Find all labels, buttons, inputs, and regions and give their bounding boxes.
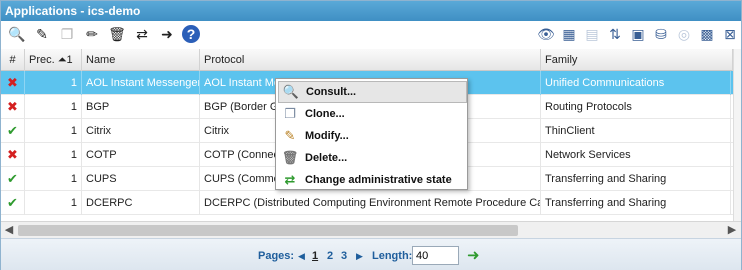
cell-precedence: 1 bbox=[25, 95, 82, 119]
grid-add-icon[interactable]: ▦ bbox=[559, 24, 579, 44]
grid-header: # Prec. ⏶1 Name Protocol Family bbox=[1, 49, 741, 71]
enabled-check-icon: ✔ bbox=[1, 191, 25, 215]
clone-icon[interactable]: ❐ bbox=[57, 24, 77, 44]
menu-item-consult[interactable]: 🔍 Consult... bbox=[278, 81, 467, 103]
context-menu: 🔍 Consult... ❐ Clone... ✎ Modify... 🗑 Delete...… bbox=[275, 78, 468, 190]
toggle-state-icon[interactable]: ⇄ bbox=[132, 24, 152, 44]
grid-edit-icon[interactable]: ▤ bbox=[582, 24, 602, 44]
cell-family: Transferring and Sharing bbox=[541, 191, 731, 215]
disabled-cross-icon: ✖ bbox=[1, 143, 25, 167]
select-all-icon[interactable]: ▩ bbox=[697, 24, 717, 44]
trash-icon[interactable]: 🗑 bbox=[107, 24, 127, 44]
cell-family: Transferring and Sharing bbox=[541, 167, 731, 191]
disabled-cross-icon: ✖ bbox=[1, 71, 25, 95]
magnifier-icon[interactable]: 🔍 bbox=[7, 24, 27, 44]
cell-precedence: 1 bbox=[25, 71, 82, 95]
toolbar: 🔍 ✎ ❐ ✏ 🗑 ⇄ ➜? 👁 ▦ ▤ ⇅ ▣ ⛁ ◎ ▩ ⊠ bbox=[1, 21, 741, 49]
cell-name: AOL Instant Messenger bbox=[82, 71, 200, 95]
header-name[interactable]: Name bbox=[82, 49, 200, 71]
table-row[interactable]: ✔ 1 DCERPC DCERPC (Distributed Computing En… bbox=[1, 191, 741, 215]
magnifier-icon: 🔍 bbox=[282, 84, 300, 99]
report-icon[interactable]: ▣ bbox=[628, 24, 648, 44]
binoculars-icon[interactable]: 👁 bbox=[536, 24, 556, 44]
prev-page-icon[interactable]: ◀ bbox=[298, 251, 305, 262]
length-label: Length: bbox=[372, 250, 413, 262]
next-page-icon[interactable]: ▶ bbox=[356, 251, 363, 262]
page-link-3[interactable]: 3 bbox=[341, 250, 347, 262]
menu-item-label: Change administrative state bbox=[305, 174, 452, 186]
cell-protocol: DCERPC (Distributed Computing Environmen… bbox=[200, 191, 541, 215]
menu-item-label: Modify... bbox=[305, 130, 349, 142]
cell-family: Routing Protocols bbox=[541, 95, 731, 119]
toggle-state-icon: ⇄ bbox=[284, 172, 296, 187]
apply-length-icon[interactable]: ➜ bbox=[467, 248, 483, 264]
pencil-icon: ✎ bbox=[284, 128, 296, 143]
header-status[interactable]: # bbox=[1, 49, 25, 71]
scroll-thumb[interactable] bbox=[18, 225, 518, 236]
menu-item-modify[interactable]: ✎ Modify... bbox=[278, 125, 467, 147]
page-link-1[interactable]: 1 bbox=[312, 250, 318, 262]
pagination-bar: Pages: ◀ 1 2 3 ▶ Length: ➜ bbox=[1, 238, 741, 270]
help-icon[interactable]: ? bbox=[182, 25, 200, 43]
cell-precedence: 1 bbox=[25, 191, 82, 215]
cell-family: Network Services bbox=[541, 143, 731, 167]
menu-item-label: Consult... bbox=[306, 86, 357, 98]
enabled-check-icon: ✔ bbox=[1, 119, 25, 143]
cell-precedence: 1 bbox=[25, 143, 82, 167]
edit-icon[interactable]: ✏ bbox=[82, 24, 102, 44]
cell-name: BGP bbox=[82, 95, 200, 119]
cell-precedence: 1 bbox=[25, 167, 82, 191]
header-precedence[interactable]: Prec. ⏶1 bbox=[25, 49, 82, 71]
pages-label: Pages: bbox=[258, 250, 295, 262]
scroll-left-icon[interactable]: ◀ bbox=[1, 223, 17, 238]
applications-window: Applications - ics-demo 🔍 ✎ ❐ ✏ 🗑 ⇄ ➜? 👁 ▦ ▤ ⇅ ▣ ⛁ ◎ ▩… bbox=[0, 0, 742, 270]
refresh-icon[interactable]: ◎ bbox=[674, 24, 694, 44]
header-protocol[interactable]: Protocol bbox=[200, 49, 541, 71]
menu-item-clone[interactable]: ❐ Clone... bbox=[278, 103, 467, 125]
vertical-scrollbar[interactable] bbox=[733, 49, 741, 221]
menu-item-change-administrative-state[interactable]: ⇄ Change administrative state bbox=[278, 169, 467, 191]
cell-family: ThinClient bbox=[541, 119, 731, 143]
menu-item-label: Delete... bbox=[305, 152, 348, 164]
sort-icon[interactable]: ⇅ bbox=[605, 24, 625, 44]
database-icon[interactable]: ⛁ bbox=[651, 24, 671, 44]
header-family[interactable]: Family bbox=[541, 49, 733, 71]
cell-name: Citrix bbox=[82, 119, 200, 143]
enabled-check-icon: ✔ bbox=[1, 167, 25, 191]
length-input[interactable] bbox=[412, 246, 459, 265]
horizontal-scrollbar[interactable]: ◀ ▶ bbox=[1, 221, 741, 238]
page-link-2[interactable]: 2 bbox=[327, 250, 333, 262]
disabled-cross-icon: ✖ bbox=[1, 95, 25, 119]
clone-icon: ❐ bbox=[284, 106, 296, 121]
window-title: Applications - ics-demo bbox=[1, 1, 741, 21]
scroll-right-icon[interactable]: ▶ bbox=[724, 223, 740, 238]
close-grid-icon[interactable]: ⊠ bbox=[720, 24, 740, 44]
menu-item-label: Clone... bbox=[305, 108, 345, 120]
menu-item-delete[interactable]: 🗑 Delete... bbox=[278, 147, 467, 169]
trash-icon: 🗑 bbox=[281, 150, 299, 165]
cell-family: Unified Communications bbox=[541, 71, 731, 95]
export-icon[interactable]: ➜ bbox=[157, 24, 177, 44]
cell-precedence: 1 bbox=[25, 119, 82, 143]
cell-name: CUPS bbox=[82, 167, 200, 191]
cell-name: COTP bbox=[82, 143, 200, 167]
new-icon[interactable]: ✎ bbox=[32, 24, 52, 44]
cell-name: DCERPC bbox=[82, 191, 200, 215]
